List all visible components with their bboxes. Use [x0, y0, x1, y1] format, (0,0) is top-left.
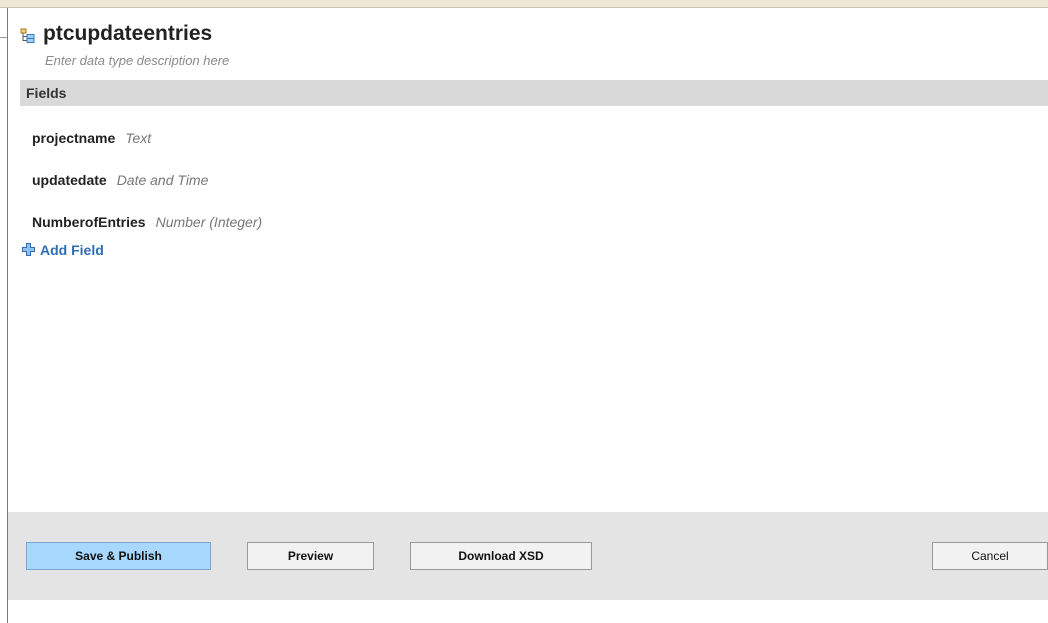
datatype-title[interactable]: ptcupdateentries — [43, 22, 212, 46]
field-row-projectname[interactable]: projectname Text — [32, 130, 151, 146]
field-type: Number (Integer) — [155, 214, 263, 230]
field-name[interactable]: updatedate — [32, 172, 107, 188]
plus-icon — [22, 243, 35, 256]
field-name[interactable]: NumberofEntries — [32, 214, 146, 230]
save-publish-button[interactable]: Save & Publish — [26, 542, 211, 570]
panel-divider-stub — [0, 37, 7, 38]
field-name[interactable]: projectname — [32, 130, 115, 146]
download-xsd-button[interactable]: Download XSD — [410, 542, 592, 570]
preview-button[interactable]: Preview — [247, 542, 374, 570]
cancel-button[interactable]: Cancel — [932, 542, 1048, 570]
fields-section-header: Fields — [20, 80, 1048, 106]
field-row-updatedate[interactable]: updatedate Date and Time — [32, 172, 208, 188]
datatype-icon — [20, 28, 36, 44]
field-type: Date and Time — [116, 172, 209, 188]
window-top-bar — [0, 0, 1048, 8]
datatype-description[interactable]: Enter data type description here — [45, 53, 229, 68]
field-row-numberofentries[interactable]: NumberofEntries Number (Integer) — [32, 214, 262, 230]
fields-header-label: Fields — [26, 85, 67, 101]
add-field-label[interactable]: Add Field — [40, 242, 104, 258]
field-type: Text — [125, 130, 152, 146]
